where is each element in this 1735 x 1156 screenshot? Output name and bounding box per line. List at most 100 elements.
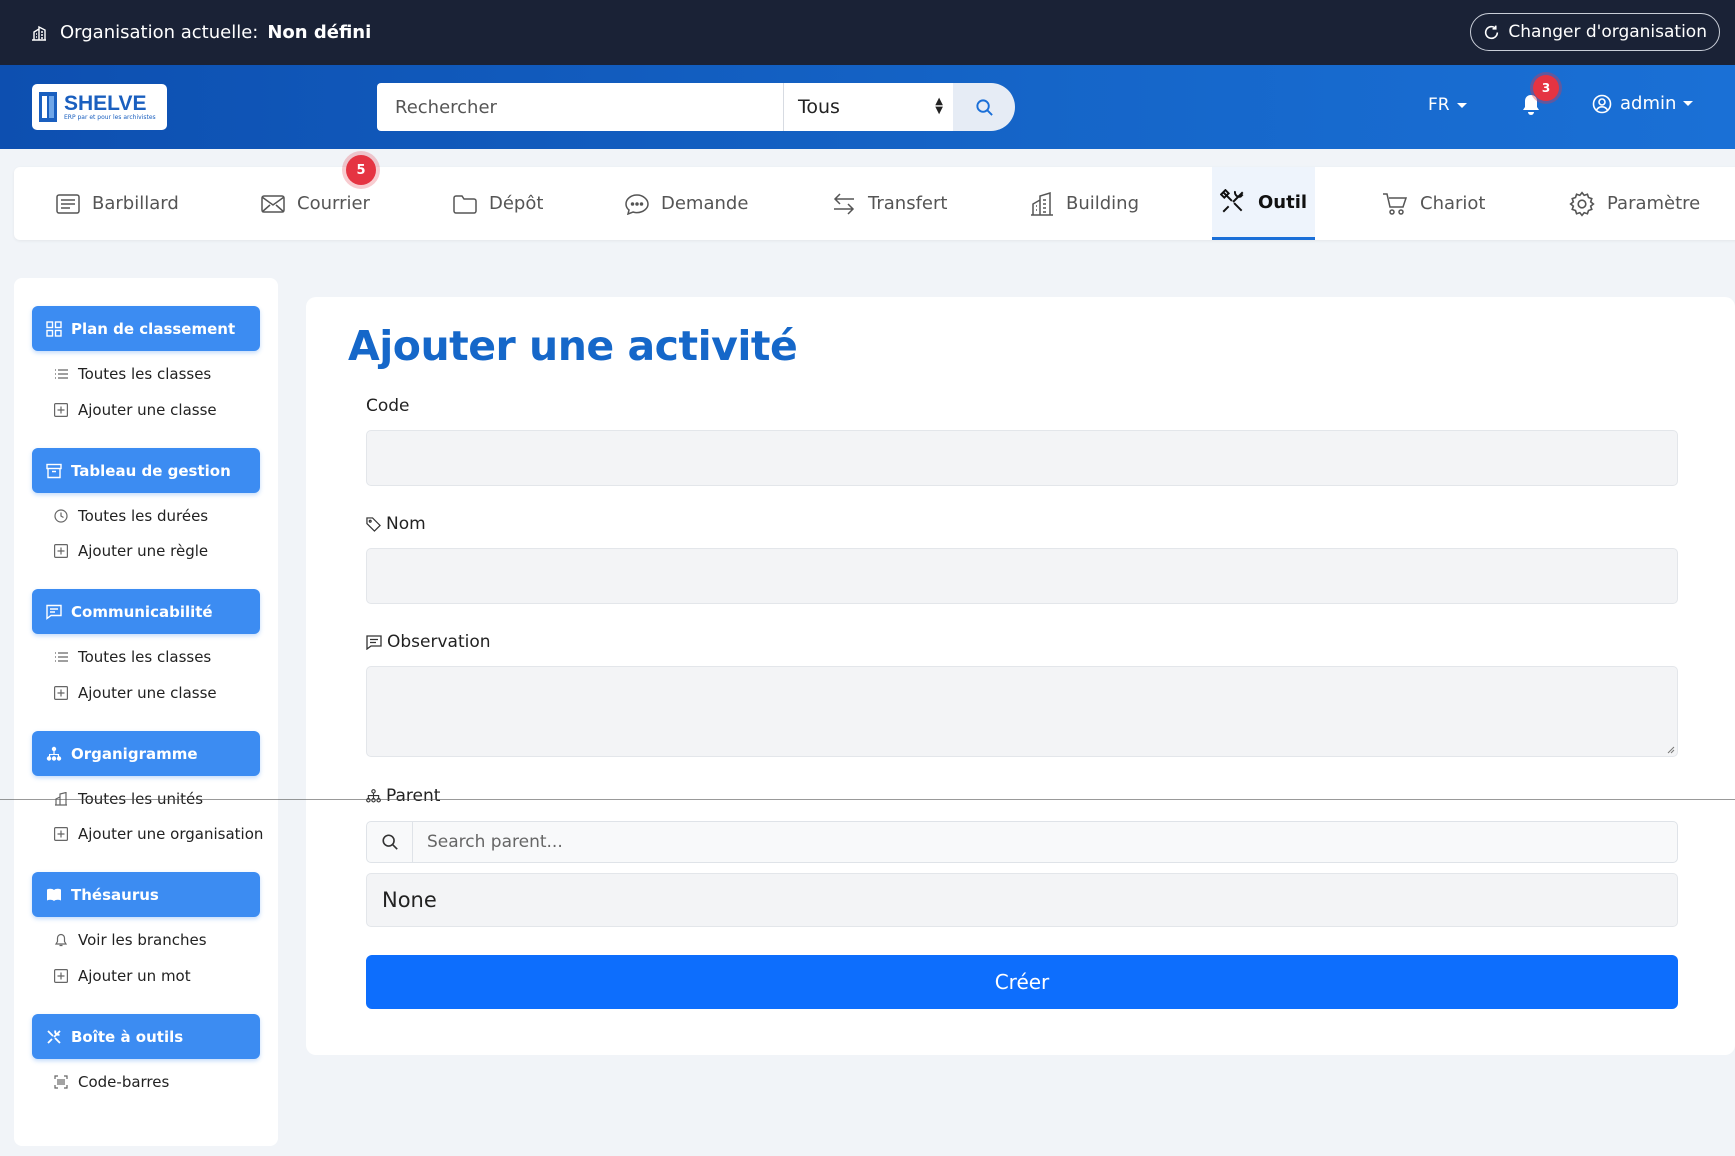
search-scope-value: Tous [798,96,840,118]
logo-name: SHELVE [64,91,147,115]
change-organisation-label: Changer d'organisation [1508,22,1707,42]
tab-demande[interactable]: Demande [625,167,748,240]
sidebar-item-label: Toutes les classes [78,365,212,383]
tab-label: Transfert [868,193,948,214]
newspaper-icon [56,193,80,214]
plus-square-icon [54,827,68,841]
sidebar-section-boite-a-outils[interactable]: Boîte à outils [32,1014,260,1059]
sidebar-section-tableau-de-gestion[interactable]: Tableau de gestion [32,448,260,493]
list-icon [55,369,68,379]
sidebar-item-label: Ajouter une organisation [78,825,264,843]
search-scope-select[interactable]: Tous ▲ ▼ [783,83,953,131]
sidebar-item-voir-les-branches[interactable]: Voir les branches [54,931,207,949]
sidebar-section-title: Communicabilité [71,602,213,621]
current-org-label: Organisation actuelle: [60,22,259,43]
tab-transfert[interactable]: Transfert [832,167,947,240]
sidebar-item-label: Code-barres [78,1073,170,1091]
building-icon [30,23,50,43]
list-icon [55,652,68,662]
tag-icon [366,516,381,532]
create-button[interactable]: Créer [366,955,1678,1009]
tools-icon [1220,189,1244,213]
tab-outil[interactable]: Outil [1212,167,1316,240]
search-input[interactable] [377,83,783,131]
tab-label: Building [1066,193,1140,214]
parent-select[interactable]: None [366,873,1678,927]
language-value: FR [1428,95,1450,115]
sidebar-item-label: Ajouter une classe [78,684,217,702]
plus-square-icon [54,686,68,700]
tab-parametre[interactable]: Paramètre [1569,167,1700,240]
clock-icon [54,509,68,523]
plus-square-icon [54,403,68,417]
cart-icon [1383,192,1408,215]
tab-label: Courrier [297,193,370,214]
name-label: Nom [366,514,426,534]
sidebar-section-title: Organigramme [71,744,198,763]
sidebar-section-organigramme[interactable]: Organigramme [32,731,260,776]
bell-outline-icon [54,933,68,947]
sidebar-item-toutes-les-classes[interactable]: Toutes les classes [54,365,211,383]
sidebar-item-code-barres[interactable]: Code-barres [54,1073,169,1091]
search-button[interactable] [953,83,1015,131]
sidebar-item-ajouter-une-regle[interactable]: Ajouter une règle [54,542,208,560]
message-icon [46,604,62,620]
language-dropdown[interactable]: FR [1428,95,1467,115]
courrier-badge: 5 [346,155,376,185]
user-menu[interactable]: admin [1592,93,1694,114]
global-search: Tous ▲▼ [377,83,1015,131]
gear-icon [1569,190,1595,217]
sidebar-item-label: Toutes les classes [78,648,212,666]
sidebar-item-label: Ajouter une règle [78,542,209,560]
tab-label: Paramètre [1607,193,1701,214]
sidebar-section-plan-de-classement[interactable]: Plan de classement [32,306,260,351]
observation-label-text: Observation [387,632,491,652]
sidebar-section-communicabilite[interactable]: Communicabilité [32,589,260,634]
chevron-down-icon [1683,101,1694,106]
resize-handle-icon[interactable] [1666,745,1675,754]
code-label-text: Code [366,396,410,416]
refresh-icon [1485,25,1499,39]
sidebar-item-toutes-les-classes[interactable]: Toutes les classes [54,648,211,666]
tools-icon [47,1029,61,1044]
observation-textarea[interactable] [366,666,1678,757]
code-input[interactable] [366,430,1678,486]
name-input[interactable] [366,548,1678,604]
tab-building[interactable]: Building [1030,167,1139,240]
archive-icon [46,463,62,478]
parent-search-input[interactable] [413,822,1677,862]
sidebar-item-ajouter-une-classe[interactable]: Ajouter une classe [54,684,217,702]
search-icon [975,98,993,116]
sidebar-item-label: Voir les branches [78,931,207,949]
horizontal-divider [0,799,1735,800]
plus-square-icon [54,544,68,558]
sidebar-section-title: Plan de classement [71,319,236,338]
sidebar: Plan de classement Toutes les classes Aj… [14,278,278,1146]
tab-label: Demande [661,193,749,214]
tab-chariot[interactable]: Chariot [1382,167,1485,240]
barcode-icon [54,1075,68,1089]
hierarchy-icon [46,746,62,761]
sidebar-section-thesaurus[interactable]: Thésaurus [32,872,260,917]
tab-barbillard[interactable]: Barbillard [56,167,179,240]
top-header: SHELVE ERP par et pour les archivistes T… [0,65,1735,149]
hierarchy-icon [366,789,381,803]
parent-search [366,821,1678,863]
app-logo[interactable]: SHELVE ERP par et pour les archivistes [32,84,167,130]
sidebar-item-label: Ajouter un mot [78,967,191,985]
arrows-icon [833,192,855,215]
change-organisation-button[interactable]: Changer d'organisation [1470,13,1720,51]
sidebar-item-ajouter-une-organisation[interactable]: Ajouter une organisation [54,825,263,843]
tab-label: Barbillard [92,193,179,214]
folder-icon [453,194,477,214]
chat-icon [625,193,649,215]
sidebar-item-ajouter-une-classe[interactable]: Ajouter une classe [54,401,217,419]
envelope-icon [261,194,285,213]
sidebar-item-label: Ajouter une classe [78,401,217,419]
sidebar-item-ajouter-un-mot[interactable]: Ajouter un mot [54,967,191,985]
current-org-value: Non défini [267,22,372,43]
sidebar-section-title: Boîte à outils [71,1027,184,1046]
user-circle-icon [1592,94,1612,113]
tab-depot[interactable]: Dépôt [453,167,543,240]
sidebar-item-toutes-les-durees[interactable]: Toutes les durées [54,507,208,525]
